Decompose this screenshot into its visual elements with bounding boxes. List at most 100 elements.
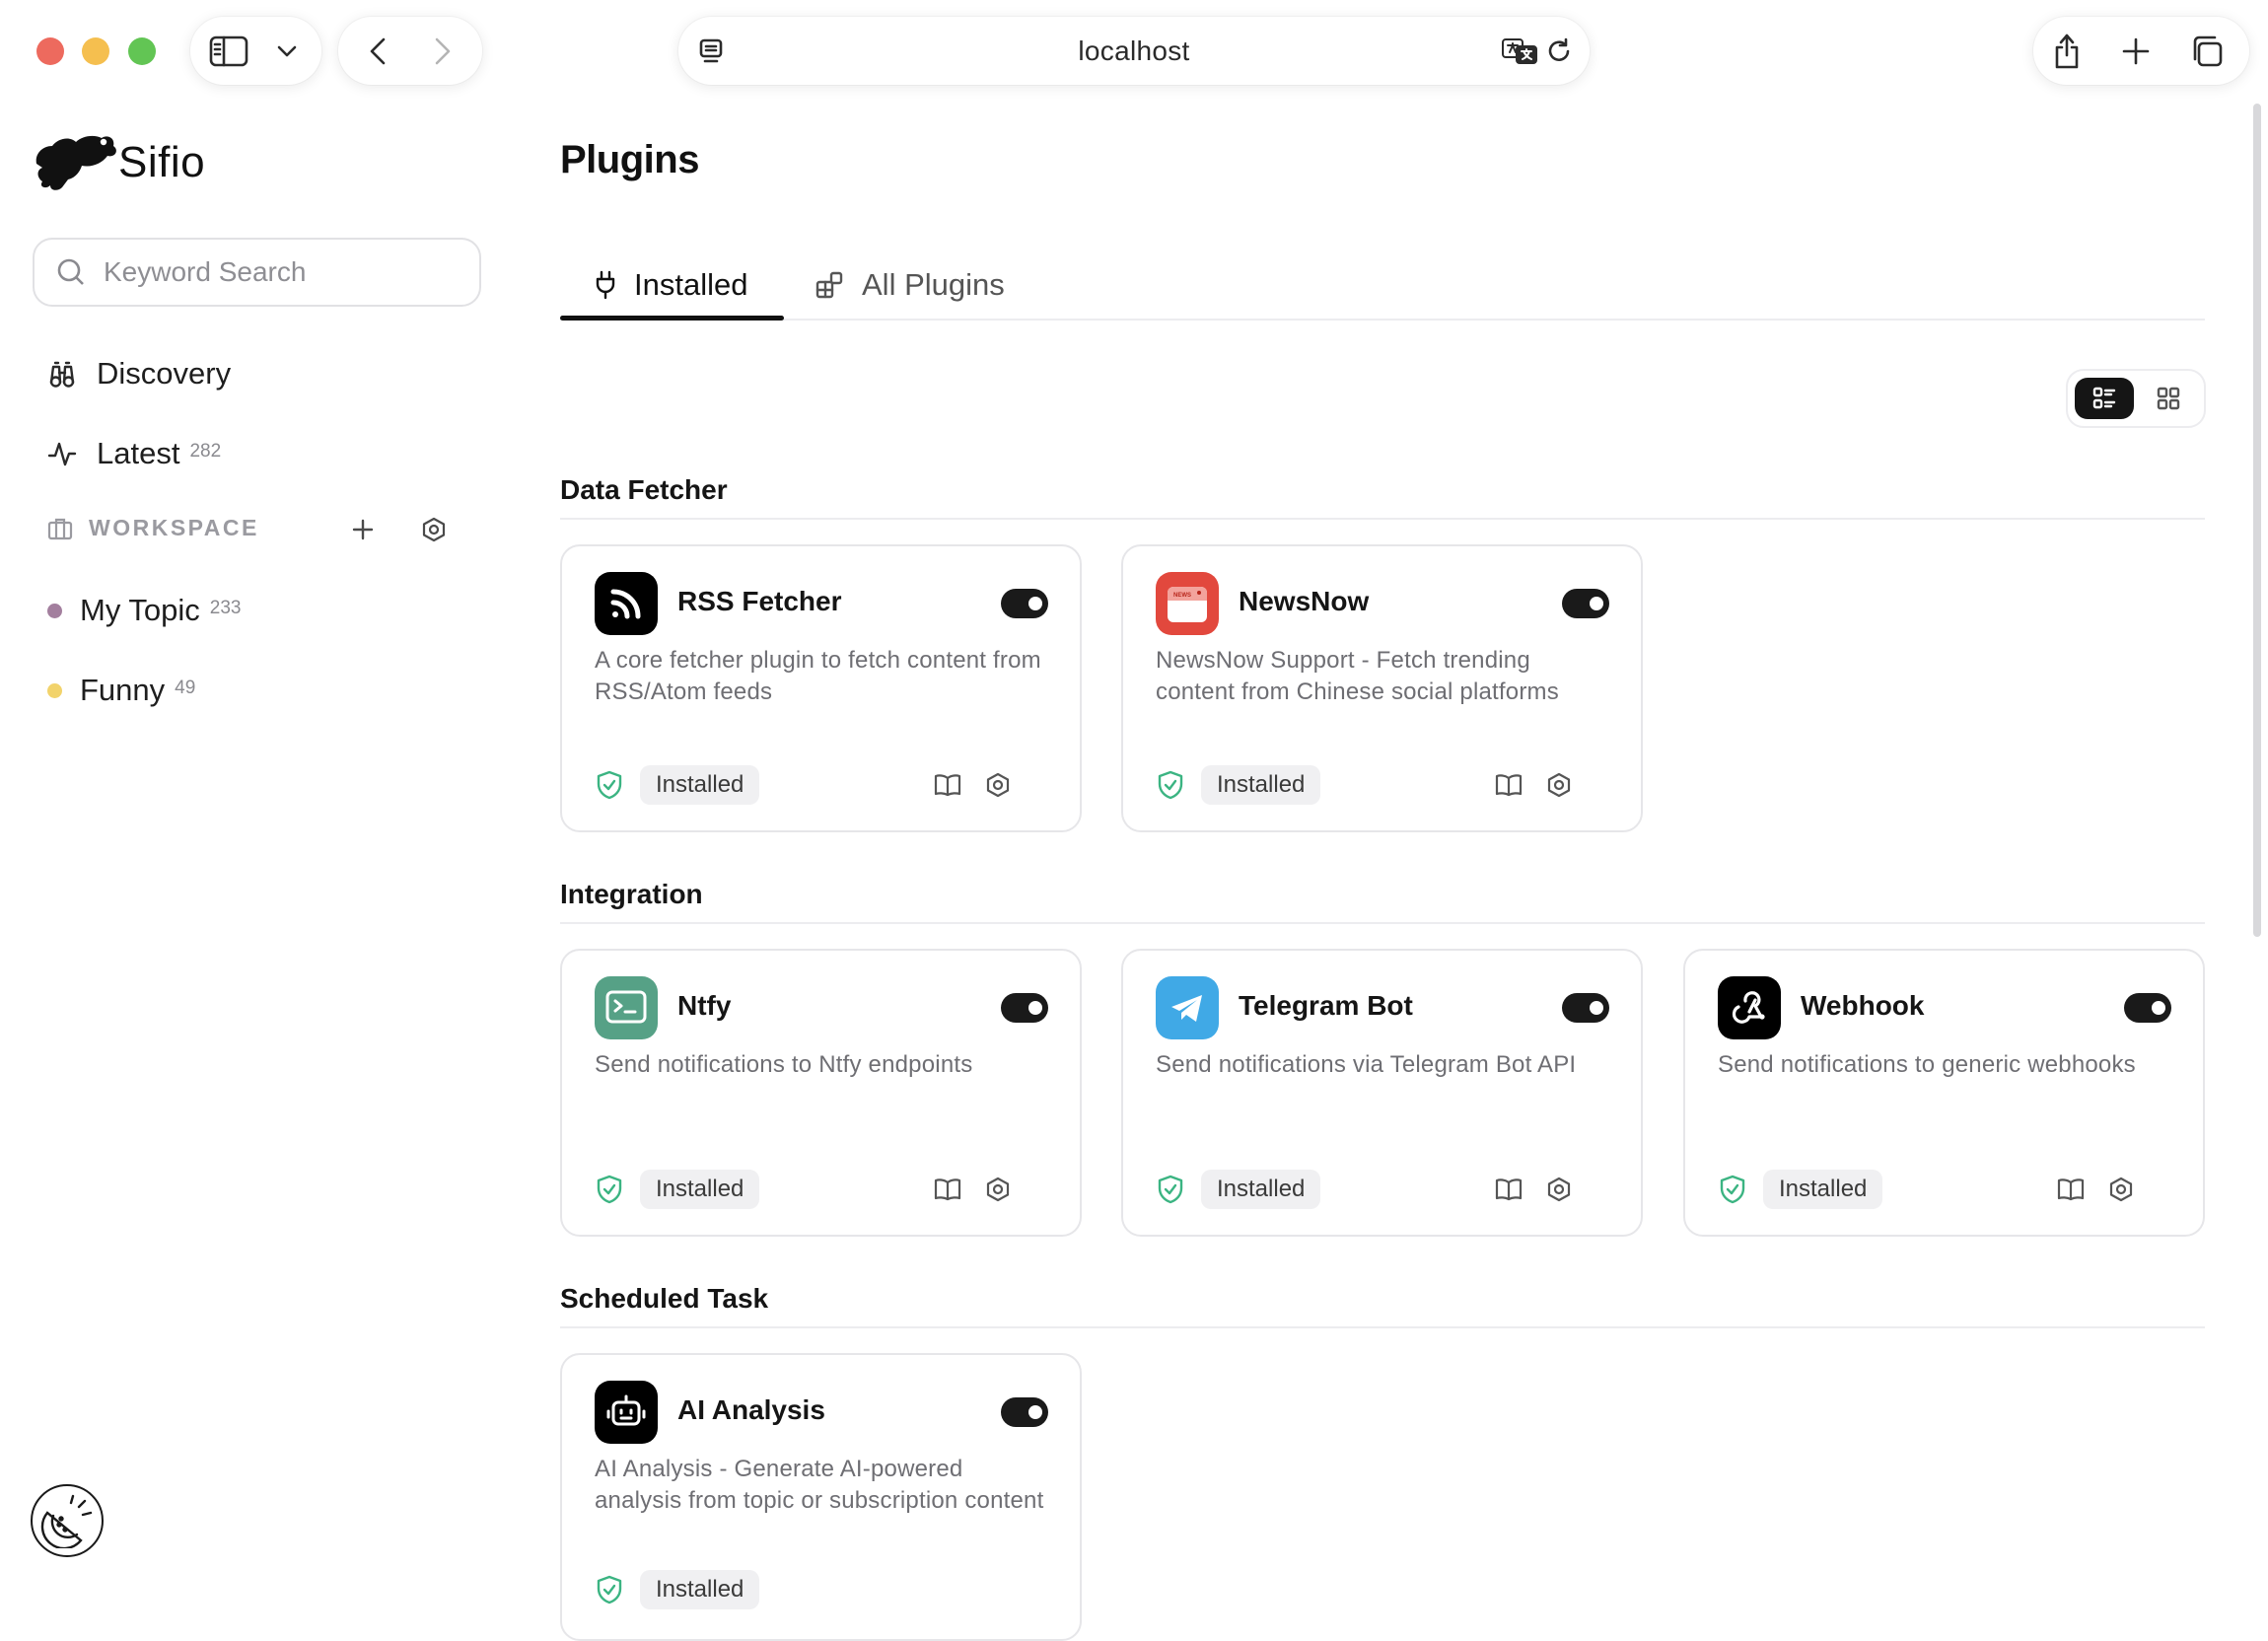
plugin-settings-button[interactable]: [1541, 767, 1577, 803]
sidebar-toggle-icon[interactable]: [208, 32, 249, 71]
plugin-enable-toggle[interactable]: [2124, 993, 2171, 1023]
plugin-name: NewsNow: [1239, 586, 1370, 616]
reload-icon[interactable]: [1541, 34, 1577, 69]
book-icon: [934, 1178, 961, 1201]
plugin-settings-button[interactable]: [2103, 1172, 2139, 1207]
shield-check-icon: [597, 1175, 622, 1204]
topic-count: 49: [175, 678, 196, 698]
settings-icon: [986, 1177, 1010, 1202]
section-title-integration: Integration: [560, 879, 703, 909]
plugin-card-ntfy[interactable]: Ntfy Send notifications to Ntfy endpoint…: [560, 949, 1082, 1237]
plugin-card-webhook[interactable]: Webhook Send notifications to generic we…: [1683, 949, 2205, 1237]
plug-icon: [596, 270, 615, 300]
tab-installed[interactable]: Installed: [595, 254, 747, 316]
svg-text:NEWS: NEWS: [1173, 593, 1191, 599]
sidebar-item-my-topic[interactable]: My Topic 233: [47, 593, 241, 628]
topic-count: 233: [209, 598, 242, 618]
docs-button[interactable]: [930, 767, 965, 803]
keyword-search[interactable]: [33, 238, 481, 307]
status-badge: Installed: [640, 1570, 760, 1609]
shield-check-icon: [597, 1575, 622, 1605]
plugin-card-telegram-bot[interactable]: Telegram Bot Send notifications via Tele…: [1121, 949, 1643, 1237]
url-text[interactable]: localhost: [678, 17, 1590, 85]
plugin-card-rss-fetcher[interactable]: RSS Fetcher A core fetcher plugin to fet…: [560, 544, 1082, 832]
plugin-enable-toggle[interactable]: [1001, 1397, 1048, 1427]
section-divider: [560, 518, 2205, 520]
settings-icon: [986, 772, 1010, 798]
workspace-header: WORKSPACE: [47, 515, 461, 544]
plugin-enable-toggle[interactable]: [1562, 993, 1609, 1023]
window-maximize-button[interactable]: [128, 37, 156, 65]
plugin-status: Installed: [1156, 1170, 1321, 1209]
plugin-enable-toggle[interactable]: [1562, 589, 1609, 618]
window-minimize-button[interactable]: [82, 37, 109, 65]
puzzle-icon: [815, 271, 843, 299]
sidebar-item-label: Latest: [97, 436, 180, 470]
binoculars-icon: [49, 361, 75, 388]
plugin-name: Ntfy: [677, 990, 732, 1021]
plugin-settings-button[interactable]: [1541, 1172, 1577, 1207]
page-scrollbar[interactable]: [2253, 104, 2261, 937]
robot-icon: [595, 1381, 658, 1444]
plugin-description: AI Analysis - Generate AI-powered analys…: [595, 1456, 1044, 1514]
back-icon[interactable]: [360, 34, 395, 69]
plugin-card-ai-analysis[interactable]: AI Analysis AI Analysis - Generate AI-po…: [560, 1353, 1082, 1641]
book-icon: [934, 774, 961, 797]
rss-icon: [595, 572, 658, 635]
plugin-card-newsnow[interactable]: NEWS NewsNow NewsNow Support - Fetch tre…: [1121, 544, 1643, 832]
sidebar-item-latest[interactable]: Latest 282: [47, 436, 221, 471]
plugin-enable-toggle[interactable]: [1001, 993, 1048, 1023]
latest-count: 282: [189, 441, 222, 462]
share-icon[interactable]: [2045, 31, 2089, 72]
sidebar-item-funny[interactable]: Funny 49: [47, 673, 195, 708]
activity-icon: [47, 442, 77, 466]
tab-overview-icon[interactable]: [2185, 31, 2229, 72]
section-divider: [560, 1326, 2205, 1328]
forward-icon[interactable]: [425, 34, 461, 69]
add-topic-icon[interactable]: [348, 515, 378, 544]
chevron-down-icon[interactable]: [271, 36, 303, 66]
app-logo[interactable]: [33, 126, 117, 195]
sidebar-item-label: Discovery: [97, 356, 232, 391]
watermelon-icon: [40, 1494, 93, 1548]
topic-label: Funny: [80, 673, 166, 707]
window-close-button[interactable]: [36, 37, 64, 65]
plugin-settings-button[interactable]: [980, 1172, 1016, 1207]
active-tab-indicator: [560, 316, 784, 321]
page-title: Plugins: [560, 138, 699, 181]
plugin-settings-button[interactable]: [980, 767, 1016, 803]
docs-button[interactable]: [1491, 1172, 1526, 1207]
docs-button[interactable]: [1491, 767, 1526, 803]
sidebar-toggle-group: [190, 17, 321, 85]
book-icon: [1495, 774, 1523, 797]
plugin-name: Webhook: [1801, 990, 1925, 1021]
plugin-status: Installed: [1718, 1170, 1883, 1209]
sidebar-item-discovery[interactable]: Discovery: [47, 356, 231, 392]
plugin-status: Installed: [595, 1170, 760, 1209]
grid-view-button[interactable]: [2139, 378, 2198, 419]
status-badge: Installed: [1201, 765, 1321, 805]
tab-all-plugins[interactable]: All Plugins: [815, 254, 1005, 316]
settings-icon: [1547, 1177, 1571, 1202]
list-view-button[interactable]: [2075, 378, 2134, 419]
shield-check-icon: [1158, 1175, 1183, 1204]
status-badge: Installed: [640, 765, 760, 805]
plugin-name: RSS Fetcher: [677, 586, 842, 616]
workspace-label: WORKSPACE: [89, 515, 259, 540]
plugin-description: Send notifications via Telegram Bot API: [1156, 1051, 1577, 1078]
translate-icon[interactable]: [1499, 33, 1540, 70]
search-input[interactable]: [104, 256, 459, 288]
address-bar[interactable]: localhost: [678, 17, 1590, 85]
workspace-settings-icon[interactable]: [419, 515, 449, 544]
tabs-divider: [560, 319, 2205, 321]
new-tab-icon[interactable]: [2115, 31, 2157, 72]
app-name[interactable]: Sifio: [118, 138, 205, 187]
book-icon: [2057, 1178, 2085, 1201]
watermelon-button[interactable]: [31, 1484, 104, 1557]
plugin-enable-toggle[interactable]: [1001, 589, 1048, 618]
docs-button[interactable]: [2053, 1172, 2089, 1207]
status-badge: Installed: [1763, 1170, 1883, 1209]
docs-button[interactable]: [930, 1172, 965, 1207]
plugin-status: Installed: [595, 765, 760, 805]
tab-label: Installed: [634, 267, 748, 302]
